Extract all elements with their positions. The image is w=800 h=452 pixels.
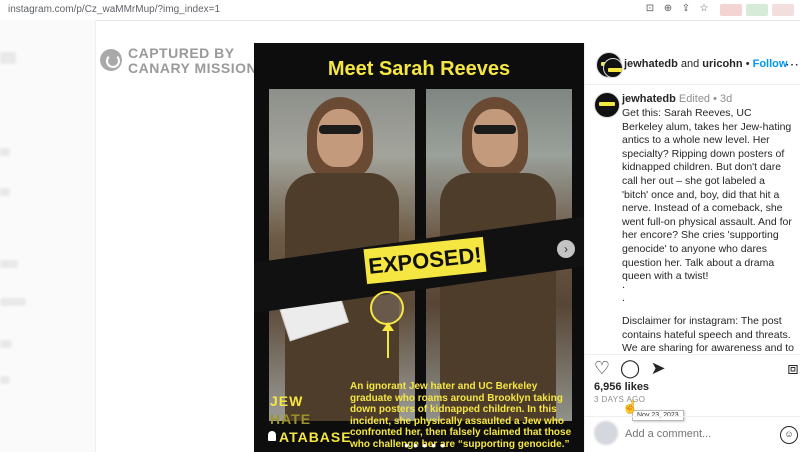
extension-icon[interactable] bbox=[772, 4, 794, 16]
sidebar-item[interactable] bbox=[0, 340, 12, 348]
post-header-names: jewhatedb and uricohn • Follow bbox=[624, 58, 787, 70]
connector-text: and bbox=[680, 58, 700, 70]
author-link[interactable]: jewhatedb bbox=[624, 58, 678, 70]
edited-label: Edited bbox=[678, 93, 711, 105]
caption-dot: • bbox=[713, 93, 717, 105]
divider bbox=[585, 354, 800, 355]
image-caption: An ignorant Jew hater and UC Berkeley gr… bbox=[350, 381, 572, 450]
zoom-icon[interactable]: ⊕ bbox=[662, 3, 674, 15]
url-text[interactable]: instagram.com/p/Cz_waMMrMup/?img_index=1 bbox=[8, 4, 220, 15]
coauthor-link[interactable]: uricohn bbox=[702, 58, 742, 70]
caption-dot-line: . bbox=[622, 292, 626, 304]
coauthor-avatar[interactable] bbox=[603, 58, 623, 78]
caption-dot-line: . bbox=[622, 279, 626, 291]
watermark-line2: CANARY MISSION bbox=[128, 60, 258, 76]
caption-age[interactable]: 3d bbox=[720, 93, 732, 105]
comment-bubble-icon[interactable]: ◯ bbox=[620, 358, 640, 378]
logo-line-2: HATE bbox=[270, 411, 312, 427]
logo-line-3: ATABASE bbox=[279, 429, 352, 445]
arrow-shaft bbox=[387, 326, 389, 358]
highlight-circle bbox=[370, 291, 404, 325]
divider bbox=[585, 84, 800, 85]
extension-icon[interactable] bbox=[720, 4, 742, 16]
separator: • bbox=[745, 58, 750, 70]
disclaimer-text: Disclaimer for instagram: The post conta… bbox=[622, 315, 794, 353]
mouse-cursor-icon: ☝ bbox=[622, 399, 639, 414]
image-title: Meet Sarah Reeves bbox=[327, 58, 511, 80]
person-face bbox=[472, 109, 518, 167]
caption-author-link[interactable]: jewhatedb bbox=[622, 93, 676, 105]
carousel-next-button[interactable]: › bbox=[557, 240, 575, 258]
sidebar-item[interactable] bbox=[0, 148, 10, 156]
share-icon[interactable]: ⇪ bbox=[680, 3, 692, 15]
extension-icon[interactable] bbox=[746, 4, 768, 16]
sidebar-item[interactable] bbox=[0, 376, 10, 384]
sunglasses bbox=[319, 125, 361, 134]
install-app-icon[interactable]: ⊡ bbox=[644, 3, 656, 15]
canary-mission-logo-icon bbox=[100, 49, 122, 71]
follow-button[interactable]: Follow bbox=[753, 58, 788, 70]
emoji-icon[interactable]: ☺ bbox=[780, 426, 798, 444]
divider bbox=[585, 416, 800, 417]
more-options-icon[interactable]: ⋯ bbox=[785, 56, 799, 73]
caption-header: jewhatedb Edited • 3d bbox=[622, 93, 732, 105]
post-image[interactable]: Meet Sarah Reeves EXPOSED! › JEW HATE AT… bbox=[254, 43, 584, 452]
caption-dot-line: . bbox=[622, 266, 626, 278]
sidebar-item[interactable] bbox=[0, 188, 10, 196]
capture-watermark: CAPTURED BY CANARY MISSION bbox=[128, 46, 257, 76]
add-comment-input[interactable] bbox=[625, 428, 765, 440]
sidebar-item[interactable] bbox=[0, 298, 26, 306]
likes-count[interactable]: 6,956 likes bbox=[594, 381, 649, 393]
sidebar-navigation bbox=[0, 20, 96, 452]
watermark-line1: CAPTURED BY bbox=[128, 45, 235, 61]
sunglasses bbox=[474, 125, 516, 134]
bookmark-star-icon[interactable]: ☆ bbox=[698, 3, 710, 15]
sidebar-item[interactable] bbox=[0, 260, 18, 268]
save-bookmark-icon[interactable]: ⧈ bbox=[783, 358, 800, 378]
person-face bbox=[317, 109, 363, 167]
logo-line-1: JEW bbox=[270, 393, 304, 409]
share-send-icon[interactable]: ➤ bbox=[648, 358, 668, 378]
carousel-dots[interactable]: ● ● ● ● ● bbox=[404, 441, 446, 450]
sidebar-item[interactable] bbox=[0, 52, 16, 64]
browser-address-bar[interactable]: instagram.com/p/Cz_waMMrMup/?img_index=1… bbox=[0, 0, 800, 21]
caption-text: Get this: Sarah Reeves, UC Berkeley alum… bbox=[622, 107, 792, 283]
viewer-avatar bbox=[594, 421, 618, 445]
caption-author-avatar[interactable] bbox=[594, 92, 620, 118]
person-icon bbox=[268, 431, 276, 441]
like-heart-icon[interactable]: ♡ bbox=[592, 358, 612, 378]
